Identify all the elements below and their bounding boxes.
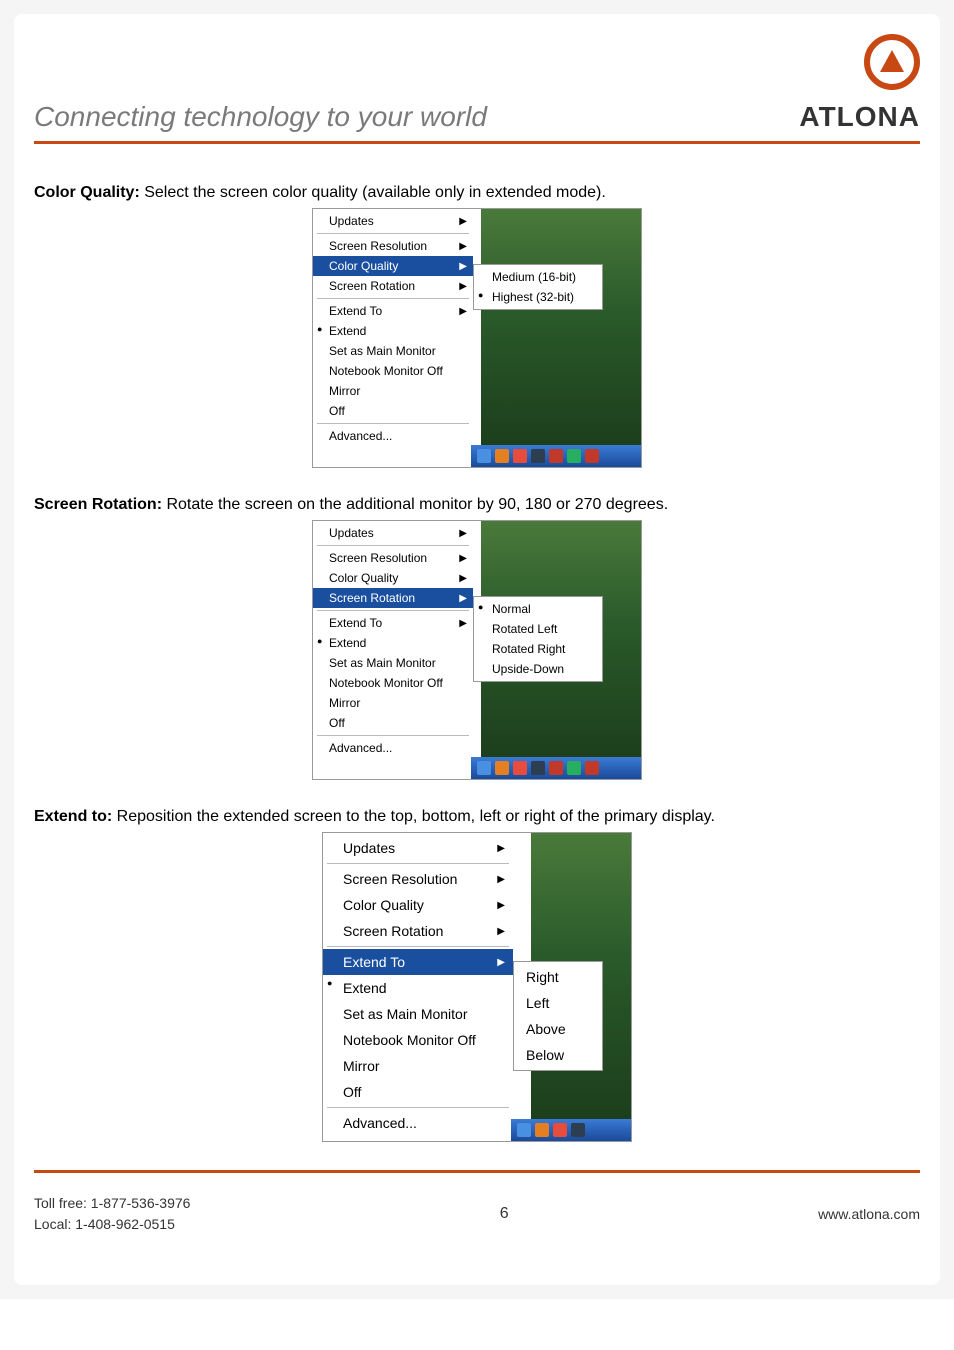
page-header: Connecting technology to your world ATLO… [34, 34, 920, 144]
sub-highest-32bit[interactable]: Highest (32-bit) [474, 287, 602, 307]
menu-off[interactable]: Off [313, 401, 473, 421]
tray-icon[interactable] [495, 449, 509, 463]
screenshot-screen-rotation: Updates▶ Screen Resolution▶ Color Qualit… [312, 520, 642, 780]
sub-extend-left[interactable]: Left [514, 990, 602, 1016]
footer-local: Local: 1-408-962-0515 [34, 1214, 190, 1235]
menu-notebook-off[interactable]: Notebook Monitor Off [313, 673, 473, 693]
tray-icon[interactable] [513, 449, 527, 463]
menu-advanced[interactable]: Advanced... [323, 1110, 513, 1136]
footer-url: www.atlona.com [818, 1206, 920, 1222]
menu-extend-to[interactable]: Extend To▶ [313, 613, 473, 633]
tray-icon[interactable] [567, 449, 581, 463]
sub-rotation-normal[interactable]: Normal [474, 599, 602, 619]
section-extend-to: Extend to: Reposition the extended scree… [34, 808, 920, 826]
menu-extend-to[interactable]: Extend To▶ [323, 949, 513, 975]
submenu-color-quality: Medium (16-bit) Highest (32-bit) [473, 264, 603, 310]
sub-extend-below[interactable]: Below [514, 1042, 602, 1068]
section-screen-rotation: Screen Rotation: Rotate the screen on th… [34, 496, 920, 514]
brand-name: ATLONA [799, 101, 920, 133]
tray-icon[interactable] [477, 761, 491, 775]
tray-icon[interactable] [549, 761, 563, 775]
section-title: Screen Rotation: [34, 496, 162, 513]
sub-extend-right[interactable]: Right [514, 964, 602, 990]
tray-icon[interactable] [553, 1123, 567, 1137]
tray-icon[interactable] [531, 761, 545, 775]
section-desc: Reposition the extended screen to the to… [117, 808, 715, 825]
sub-rotation-left[interactable]: Rotated Left [474, 619, 602, 639]
menu-advanced[interactable]: Advanced... [313, 738, 473, 758]
menu-mirror[interactable]: Mirror [313, 693, 473, 713]
sub-extend-above[interactable]: Above [514, 1016, 602, 1042]
tray-icon[interactable] [495, 761, 509, 775]
tray-icon[interactable] [549, 449, 563, 463]
desktop-background [481, 209, 641, 467]
tray-icon[interactable] [567, 761, 581, 775]
page-footer: Toll free: 1-877-536-3976 Local: 1-408-9… [34, 1170, 920, 1275]
system-tray [471, 445, 641, 467]
section-title: Extend to: [34, 808, 112, 825]
footer-toll-free: Toll free: 1-877-536-3976 [34, 1193, 190, 1214]
menu-set-main[interactable]: Set as Main Monitor [323, 1001, 513, 1027]
brand-logo: ATLONA [799, 34, 920, 133]
tray-icon[interactable] [585, 449, 599, 463]
menu-mirror[interactable]: Mirror [323, 1053, 513, 1079]
menu-screen-rotation[interactable]: Screen Rotation▶ [313, 276, 473, 296]
menu-mirror[interactable]: Mirror [313, 381, 473, 401]
menu-notebook-off[interactable]: Notebook Monitor Off [323, 1027, 513, 1053]
section-desc: Select the screen color quality (availab… [144, 184, 606, 201]
menu-screen-resolution[interactable]: Screen Resolution▶ [313, 548, 473, 568]
tray-icon[interactable] [571, 1123, 585, 1137]
menu-screen-resolution[interactable]: Screen Resolution▶ [313, 236, 473, 256]
system-tray [511, 1119, 631, 1141]
submenu-extend-to: Right Left Above Below [513, 961, 603, 1071]
logo-icon [864, 34, 920, 90]
menu-extend[interactable]: Extend [323, 975, 513, 1001]
context-menu: Updates▶ Screen Resolution▶ Color Qualit… [313, 521, 473, 760]
menu-color-quality[interactable]: Color Quality▶ [313, 256, 473, 276]
tray-icon[interactable] [535, 1123, 549, 1137]
menu-notebook-off[interactable]: Notebook Monitor Off [313, 361, 473, 381]
menu-screen-rotation[interactable]: Screen Rotation▶ [323, 918, 513, 944]
section-title: Color Quality: [34, 184, 140, 201]
menu-extend-to[interactable]: Extend To▶ [313, 301, 473, 321]
tagline: Connecting technology to your world [34, 71, 487, 133]
menu-extend[interactable]: Extend [313, 633, 473, 653]
footer-contact: Toll free: 1-877-536-3976 Local: 1-408-9… [34, 1193, 190, 1235]
tray-icon[interactable] [477, 449, 491, 463]
tray-icon[interactable] [513, 761, 527, 775]
menu-color-quality[interactable]: Color Quality▶ [323, 892, 513, 918]
page-number: 6 [500, 1205, 509, 1223]
screenshot-extend-to: Updates▶ Screen Resolution▶ Color Qualit… [322, 832, 632, 1142]
tray-icon[interactable] [585, 761, 599, 775]
section-desc: Rotate the screen on the additional moni… [166, 496, 668, 513]
menu-off[interactable]: Off [313, 713, 473, 733]
section-color-quality: Color Quality: Select the screen color q… [34, 184, 920, 202]
sub-rotation-right[interactable]: Rotated Right [474, 639, 602, 659]
context-menu: Updates▶ Screen Resolution▶ Color Qualit… [323, 833, 513, 1138]
screenshot-color-quality: Updates▶ Screen Resolution▶ Color Qualit… [312, 208, 642, 468]
menu-color-quality[interactable]: Color Quality▶ [313, 568, 473, 588]
menu-set-main[interactable]: Set as Main Monitor [313, 341, 473, 361]
tray-icon[interactable] [517, 1123, 531, 1137]
sub-medium-16bit[interactable]: Medium (16-bit) [474, 267, 602, 287]
menu-advanced[interactable]: Advanced... [313, 426, 473, 446]
submenu-screen-rotation: Normal Rotated Left Rotated Right Upside… [473, 596, 603, 682]
sub-rotation-upside[interactable]: Upside-Down [474, 659, 602, 679]
menu-set-main[interactable]: Set as Main Monitor [313, 653, 473, 673]
menu-extend[interactable]: Extend [313, 321, 473, 341]
document-page: Connecting technology to your world ATLO… [14, 14, 940, 1285]
menu-updates[interactable]: Updates▶ [313, 211, 473, 231]
menu-updates[interactable]: Updates▶ [313, 523, 473, 543]
menu-screen-resolution[interactable]: Screen Resolution▶ [323, 866, 513, 892]
menu-screen-rotation[interactable]: Screen Rotation▶ [313, 588, 473, 608]
tray-icon[interactable] [531, 449, 545, 463]
context-menu: Updates▶ Screen Resolution▶ Color Qualit… [313, 209, 473, 448]
menu-off[interactable]: Off [323, 1079, 513, 1105]
system-tray [471, 757, 641, 779]
menu-updates[interactable]: Updates▶ [323, 835, 513, 861]
